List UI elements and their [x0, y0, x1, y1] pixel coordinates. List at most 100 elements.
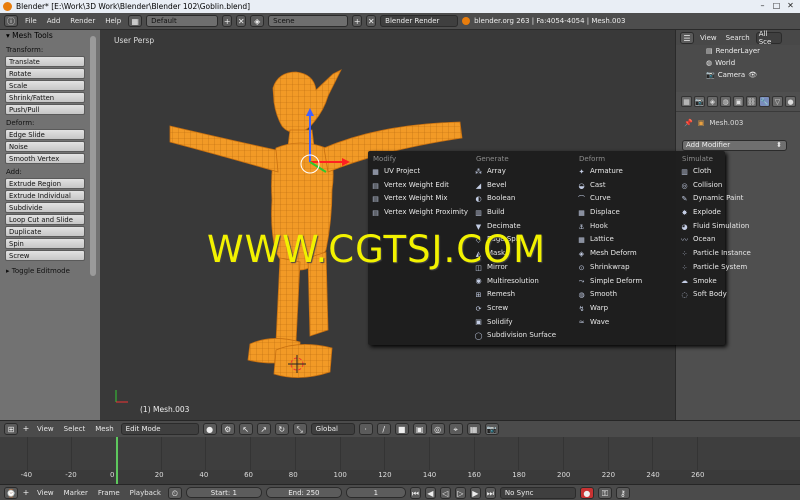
modifier-item-cast[interactable]: ◒ Cast	[577, 179, 679, 193]
modifier-item-lattice[interactable]: ▦ Lattice	[577, 233, 679, 247]
subdivide-button[interactable]: Subdivide	[5, 202, 85, 213]
transform-orientation-select[interactable]: Global	[310, 423, 355, 435]
outliner-item-renderlayer[interactable]: ▤ RenderLayer	[676, 45, 800, 57]
outliner-menu-search[interactable]: Search	[723, 34, 753, 42]
menu-help[interactable]: Help	[102, 17, 124, 25]
collapse-menu-icon[interactable]: +	[22, 487, 30, 499]
modifier-item-build[interactable]: ▥ Build	[474, 206, 576, 220]
modifier-item-shrinkwrap[interactable]: ⊙ Shrinkwrap	[577, 261, 679, 275]
sync-mode-select[interactable]: No Sync	[499, 486, 576, 499]
outliner-item-world[interactable]: ◍ World	[676, 57, 800, 69]
modifier-item-bevel[interactable]: ◢ Bevel	[474, 179, 576, 193]
modifier-item-curve[interactable]: ⌒ Curve	[577, 192, 679, 206]
translate-button[interactable]: Translate	[5, 56, 85, 67]
modifier-item-remesh[interactable]: ⊞ Remesh	[474, 288, 576, 302]
modifiers-tab-icon[interactable]: 🔧	[759, 96, 770, 107]
scene-icon[interactable]: ◈	[250, 15, 265, 27]
current-frame-field[interactable]: 1	[345, 487, 406, 498]
play-reverse-icon[interactable]: ◁	[439, 486, 451, 499]
scale-manip-icon[interactable]: ⤡	[292, 423, 307, 435]
collapse-menu-icon[interactable]: +	[22, 423, 30, 435]
object-tab-icon[interactable]: ▣	[733, 96, 744, 107]
world-tab-icon[interactable]: ◍	[720, 96, 731, 107]
vertex-select-icon[interactable]: ·	[358, 423, 373, 435]
outliner-filter-select[interactable]: All Sce	[755, 30, 782, 46]
proportional-edit-icon[interactable]: ◎	[430, 423, 445, 435]
timeline-area[interactable]: -40 -20 0 20 40 60 80 100 120 140 160 180 200 220 240 2…	[0, 437, 800, 484]
extrude-region-button[interactable]: Extrude Region	[5, 178, 85, 189]
minimize-icon[interactable]: –	[757, 1, 768, 11]
play-icon[interactable]: ▷	[454, 486, 466, 499]
rotate-manip-icon[interactable]: ↻	[274, 423, 289, 435]
start-frame-field[interactable]: Start: 1	[185, 487, 262, 498]
modifier-item-vertex-weight-mix[interactable]: ▤ Vertex Weight Mix	[371, 192, 473, 206]
modifier-item-boolean[interactable]: ◐ Boolean	[474, 192, 576, 206]
material-tab-icon[interactable]: ●	[785, 96, 796, 107]
viewport-menu-view[interactable]: View	[34, 425, 57, 433]
modifier-item-simple-deform[interactable]: ⤳ Simple Deform	[577, 275, 679, 289]
modifier-item-warp[interactable]: ↯ Warp	[577, 302, 679, 316]
screw-button[interactable]: Screw	[5, 250, 85, 261]
modifier-item-uv-project[interactable]: ▦ UV Project	[371, 165, 473, 179]
menu-file[interactable]: File	[22, 17, 40, 25]
viewport-menu-select[interactable]: Select	[61, 425, 89, 433]
timeline-graph[interactable]	[0, 437, 800, 470]
modifier-item-soft-body[interactable]: ◌ Soft Body	[680, 288, 782, 302]
tool-shelf-scrollbar[interactable]	[90, 36, 96, 276]
editor-type-icon[interactable]: ⓘ	[4, 15, 18, 27]
occlude-icon[interactable]: ▣	[412, 423, 427, 435]
smooth-vertex-button[interactable]: Smooth Vertex	[5, 153, 85, 164]
insert-key-icon[interactable]: ⚷	[615, 486, 630, 499]
timeline-menu-view[interactable]: View	[34, 489, 57, 497]
timeline-menu-frame[interactable]: Frame	[95, 489, 123, 497]
translate-manip-icon[interactable]: ↗	[256, 423, 271, 435]
modifier-item-explode[interactable]: ✸ Explode	[680, 206, 782, 220]
toggle-editmode-panel[interactable]: ▸ Toggle Editmode	[0, 267, 100, 275]
render-engine-select[interactable]: Blender Render	[380, 15, 459, 27]
scene-select[interactable]: Scene	[268, 15, 349, 27]
prev-keyframe-icon[interactable]: ◀	[424, 486, 436, 499]
current-frame-cursor[interactable]	[116, 437, 118, 484]
modifier-item-armature[interactable]: ✦ Armature	[577, 165, 679, 179]
modifier-item-array[interactable]: ⁂ Array	[474, 165, 576, 179]
record-icon[interactable]: ●	[579, 486, 594, 499]
jump-end-icon[interactable]: ⏭	[484, 486, 496, 499]
properties-editor-icon[interactable]: ▦	[681, 96, 692, 107]
modifier-item-mesh-deform[interactable]: ◈ Mesh Deform	[577, 247, 679, 261]
modifier-item-multiresolution[interactable]: ◉ Multiresolution	[474, 275, 576, 289]
preview-range-icon[interactable]: ⏲	[167, 486, 182, 499]
manipulator-icon[interactable]: ↖	[238, 423, 253, 435]
close-icon[interactable]: ✕	[785, 1, 796, 11]
shrink-fatten-button[interactable]: Shrink/Fatten	[5, 92, 85, 103]
add-layout-icon[interactable]: +	[222, 15, 233, 27]
snap-element-icon[interactable]: ▦	[466, 423, 481, 435]
screen-layout-select[interactable]: Default	[146, 15, 219, 27]
timeline-editor-icon[interactable]: ⌚	[4, 486, 18, 499]
end-frame-field[interactable]: End: 250	[265, 487, 342, 498]
render-preview-icon[interactable]: 📷	[484, 423, 499, 435]
modifier-item-dynamic-paint[interactable]: ✎ Dynamic Paint	[680, 192, 782, 206]
outliner-menu-view[interactable]: View	[697, 34, 720, 42]
modifier-item-hook[interactable]: ⚓ Hook	[577, 220, 679, 234]
eye-icon[interactable]: 👁	[748, 69, 757, 81]
modifier-item-particle-instance[interactable]: ⁘ Particle Instance	[680, 247, 782, 261]
spin-button[interactable]: Spin	[5, 238, 85, 249]
modifier-item-ocean[interactable]: 〰 Ocean	[680, 233, 782, 247]
scene-tab-icon[interactable]: ◈	[707, 96, 718, 107]
snap-icon[interactable]: ⌖	[448, 423, 463, 435]
render-tab-icon[interactable]: 📷	[694, 96, 705, 107]
menu-render[interactable]: Render	[67, 17, 98, 25]
viewport-shading-icon[interactable]: ●	[202, 423, 217, 435]
loop-cut-button[interactable]: Loop Cut and Slide	[5, 214, 85, 225]
viewport-menu-mesh[interactable]: Mesh	[92, 425, 116, 433]
maximize-icon[interactable]: □	[771, 1, 782, 11]
jump-start-icon[interactable]: ⏮	[409, 486, 421, 499]
add-modifier-button[interactable]: Add Modifier ⬍	[682, 140, 787, 151]
noise-button[interactable]: Noise	[5, 141, 85, 152]
duplicate-button[interactable]: Duplicate	[5, 226, 85, 237]
next-keyframe-icon[interactable]: ▶	[469, 486, 481, 499]
outliner-item-camera[interactable]: 📷 Camera 👁	[676, 69, 800, 81]
modifier-item-vertex-weight-edit[interactable]: ▤ Vertex Weight Edit	[371, 179, 473, 193]
modifier-item-screw[interactable]: ⟳ Screw	[474, 302, 576, 316]
constraints-tab-icon[interactable]: ⛓	[746, 96, 757, 107]
